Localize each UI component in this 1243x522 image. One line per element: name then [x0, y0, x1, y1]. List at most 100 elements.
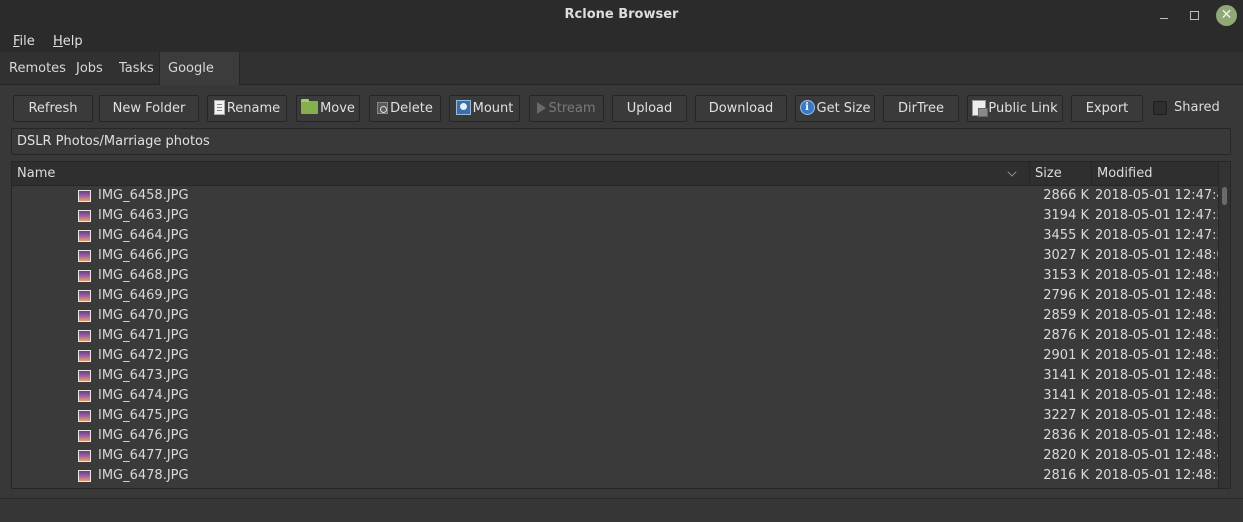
- maximize-icon[interactable]: [1184, 6, 1204, 26]
- tab-tasks[interactable]: Tasks: [111, 52, 162, 85]
- file-row[interactable]: IMG_6466.JPG 3027 K 2018-05-01 12:48:04: [12, 246, 1230, 266]
- export-label: Export: [1085, 101, 1129, 116]
- menu-file[interactable]: File: [13, 34, 35, 49]
- file-row[interactable]: IMG_6474.JPG 3141 K 2018-05-01 12:48:34: [12, 386, 1230, 406]
- file-name: IMG_6477.JPG: [98, 448, 189, 463]
- mount-drive-icon: [455, 100, 471, 115]
- shared-checkbox[interactable]: [1153, 101, 1167, 115]
- file-row[interactable]: IMG_6477.JPG 2820 K 2018-05-01 12:48:46: [12, 446, 1230, 466]
- image-file-icon: [78, 450, 91, 462]
- dirtree-label: DirTree: [897, 101, 945, 116]
- file-modified: 2018-05-01 12:48:13: [1095, 288, 1231, 303]
- folder-icon: [301, 99, 319, 114]
- image-file-icon: [78, 350, 91, 362]
- delete-button[interactable]: Delete: [369, 95, 441, 122]
- file-name: IMG_6472.JPG: [98, 348, 189, 363]
- file-modified: 2018-05-01 12:48:34: [1095, 388, 1231, 403]
- file-row[interactable]: IMG_6476.JPG 2836 K 2018-05-01 12:48:42: [12, 426, 1230, 446]
- shared-label: Shared: [1174, 100, 1220, 115]
- image-file-icon: [78, 390, 91, 402]
- file-size: 3227 K: [1043, 408, 1089, 423]
- stream-button[interactable]: Stream: [529, 95, 604, 122]
- delete-label: Delete: [390, 101, 433, 116]
- file-row[interactable]: IMG_6468.JPG 3153 K 2018-05-01 12:48:09: [12, 266, 1230, 286]
- file-name: IMG_6476.JPG: [98, 428, 189, 443]
- dirtree-button[interactable]: DirTree: [883, 95, 959, 122]
- document-icon: [213, 100, 225, 115]
- image-file-icon: [78, 210, 91, 222]
- file-row[interactable]: IMG_6472.JPG 2901 K 2018-05-01 12:48:24: [12, 346, 1230, 366]
- window-title: Rclone Browser: [564, 7, 679, 22]
- file-name: IMG_6470.JPG: [98, 308, 189, 323]
- chevron-down-icon: [1007, 167, 1017, 177]
- file-size: 2901 K: [1043, 348, 1089, 363]
- tab-remotes[interactable]: Remotes: [1, 52, 74, 85]
- image-file-icon: [78, 370, 91, 382]
- file-name: IMG_6473.JPG: [98, 368, 189, 383]
- rename-button[interactable]: Rename: [207, 95, 287, 122]
- file-modified: 2018-05-01 12:47:57: [1095, 228, 1231, 243]
- close-window-icon[interactable]: ✕: [1216, 5, 1237, 26]
- mount-label: Mount: [472, 101, 514, 116]
- file-row[interactable]: IMG_6473.JPG 3141 K 2018-05-01 12:48:30: [12, 366, 1230, 386]
- file-modified: 2018-05-01 12:48:51: [1095, 468, 1231, 483]
- minimize-icon[interactable]: [1155, 6, 1175, 26]
- download-label: Download: [708, 101, 774, 116]
- image-file-icon: [78, 310, 91, 322]
- file-size: 3455 K: [1043, 228, 1089, 243]
- file-modified: 2018-05-01 12:48:30: [1095, 368, 1231, 383]
- scrollbar-thumb[interactable]: [1222, 187, 1227, 205]
- tab-bar: Remotes Jobs Tasks Google✕: [0, 52, 1243, 109]
- tab-jobs[interactable]: Jobs: [68, 52, 111, 85]
- file-name: IMG_6468.JPG: [98, 268, 189, 283]
- file-size: 3153 K: [1043, 268, 1089, 283]
- public-link-icon: [972, 99, 989, 117]
- file-row[interactable]: IMG_6478.JPG 2816 K 2018-05-01 12:48:51: [12, 466, 1230, 486]
- new-folder-button[interactable]: New Folder: [99, 95, 199, 122]
- refresh-button[interactable]: Refresh: [13, 95, 93, 122]
- column-modified[interactable]: Modified: [1091, 162, 1218, 186]
- file-row[interactable]: IMG_6464.JPG 3455 K 2018-05-01 12:47:57: [12, 226, 1230, 246]
- path-field[interactable]: DSLR Photos/Marriage photos: [11, 128, 1231, 155]
- file-name: IMG_6464.JPG: [98, 228, 189, 243]
- get-size-button[interactable]: i Get Size: [795, 95, 875, 122]
- export-button[interactable]: Export: [1071, 95, 1143, 122]
- move-button[interactable]: Move: [296, 95, 360, 122]
- toolbar: Refresh New Folder Rename Move Delete Mo…: [0, 86, 1243, 126]
- image-file-icon: [78, 330, 91, 342]
- public-link-button[interactable]: Public Link: [967, 95, 1063, 122]
- menu-bar: File Help: [0, 31, 1243, 52]
- file-name: IMG_6469.JPG: [98, 288, 189, 303]
- file-tree[interactable]: Name Size Modified IMG_6458.JPG 2866 K 201…: [11, 161, 1231, 489]
- tab-google[interactable]: Google✕: [159, 52, 240, 109]
- upload-button[interactable]: Upload: [612, 95, 687, 122]
- file-modified: 2018-05-01 12:48:04: [1095, 248, 1231, 263]
- file-row[interactable]: IMG_6469.JPG 2796 K 2018-05-01 12:48:13: [12, 286, 1230, 306]
- file-modified: 2018-05-01 12:48:21: [1095, 328, 1231, 343]
- file-row[interactable]: IMG_6458.JPG 2866 K 2018-05-01 12:47:49: [12, 186, 1230, 206]
- info-icon: i: [799, 100, 815, 115]
- file-modified: 2018-05-01 12:48:38: [1095, 408, 1231, 423]
- image-file-icon: [78, 410, 91, 422]
- file-rows: IMG_6458.JPG 2866 K 2018-05-01 12:47:49 IMG…: [12, 186, 1230, 486]
- file-row[interactable]: IMG_6471.JPG 2876 K 2018-05-01 12:48:21: [12, 326, 1230, 346]
- file-row[interactable]: IMG_6463.JPG 3194 K 2018-05-01 12:47:53: [12, 206, 1230, 226]
- public-link-label: Public Link: [988, 101, 1058, 116]
- file-modified: 2018-05-01 12:48:42: [1095, 428, 1231, 443]
- column-size[interactable]: Size: [1029, 162, 1091, 186]
- column-name[interactable]: Name: [12, 162, 1029, 186]
- vertical-scrollbar[interactable]: [1218, 162, 1230, 488]
- title-bar[interactable]: Rclone Browser ✕: [0, 0, 1243, 31]
- rename-label: Rename: [226, 101, 281, 116]
- file-size: 3141 K: [1043, 368, 1089, 383]
- mount-button[interactable]: Mount: [449, 95, 520, 122]
- stream-label: Stream: [548, 101, 596, 116]
- file-row[interactable]: IMG_6470.JPG 2859 K 2018-05-01 12:48:17: [12, 306, 1230, 326]
- file-row[interactable]: IMG_6475.JPG 3227 K 2018-05-01 12:48:38: [12, 406, 1230, 426]
- trash-icon: [377, 101, 389, 114]
- file-size: 2796 K: [1043, 288, 1089, 303]
- download-button[interactable]: Download: [695, 95, 787, 122]
- menu-help[interactable]: Help: [53, 34, 83, 49]
- image-file-icon: [78, 230, 91, 242]
- new-folder-label: New Folder: [112, 101, 186, 116]
